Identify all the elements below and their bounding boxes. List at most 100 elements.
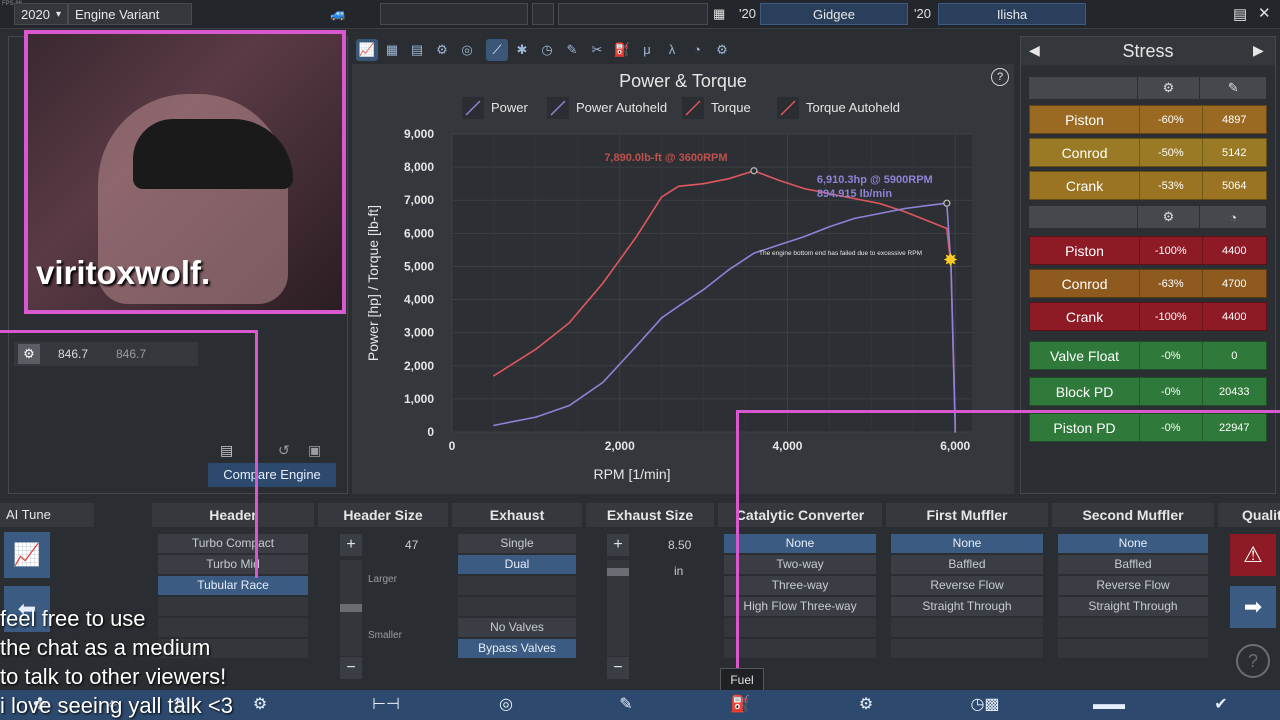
settings-icon[interactable]: ⚙ (711, 39, 733, 61)
stress-value: 4700 (1222, 277, 1247, 290)
power-annotation: 6,910.3hp @ 5900RPM (817, 174, 933, 186)
option-header[interactable]: Tubular Race (158, 576, 308, 595)
fuel-icon[interactable]: ⛽ (720, 694, 760, 716)
turbo-icon[interactable]: ◎ (486, 694, 526, 716)
tuning-icon[interactable]: ◷▩ (960, 694, 1010, 716)
data-point-torque (635, 235, 638, 238)
option-empty (458, 597, 576, 616)
y-axis-label: Power [hp] / Torque [lb-ft] (365, 205, 381, 361)
data-point-torque (878, 202, 881, 205)
col-exhaust: Exhaust (452, 503, 582, 527)
smaller-label: Smaller (368, 630, 402, 641)
legend-item: Power (462, 97, 529, 119)
data-point-power (803, 235, 806, 238)
data-point-power (535, 416, 537, 418)
intake-icon[interactable]: ⊢⊣ (366, 694, 406, 716)
slider-handle[interactable] (340, 604, 362, 612)
data-point-power (602, 381, 604, 384)
option-empty (458, 576, 576, 595)
bug-icon[interactable]: ✱ (511, 39, 533, 61)
x-axis-label: RPM [1/min] (593, 466, 670, 482)
stress-part-name: Crank (1030, 172, 1141, 199)
checkmark-icon[interactable]: ✔ (1206, 694, 1236, 716)
data-point-power (635, 345, 638, 347)
stress-row-conrod: Conrod -63% 4700 (1029, 269, 1267, 298)
list-icon[interactable]: ▤ (406, 39, 428, 61)
exhaust-size-slider[interactable] (607, 560, 629, 656)
help-icon[interactable]: ? (991, 68, 1009, 86)
table-icon[interactable]: ▦ (381, 39, 403, 61)
data-point-power (828, 225, 831, 228)
blank-slot-3 (558, 3, 708, 25)
power-chart-icon[interactable]: ⟋ (486, 39, 508, 61)
gauge-icon[interactable]: ◷ (536, 39, 558, 61)
data-point-power (929, 204, 931, 206)
stress-percent: -53% (1140, 172, 1203, 199)
header-size-plus-button[interactable]: + (340, 534, 362, 556)
stress-percent: -0% (1140, 378, 1203, 405)
grid-icon[interactable]: ▦ (713, 6, 725, 22)
car-icon[interactable]: 🚙 (330, 6, 346, 22)
close-icon[interactable]: ✕ (1258, 4, 1271, 22)
chat-line: the chat as a medium (0, 635, 211, 660)
year-dropdown[interactable]: 2020 ▾ (14, 3, 68, 25)
lambda-icon[interactable]: λ (661, 39, 683, 61)
speedometer-icon[interactable]: ◔ (686, 39, 708, 61)
exhaust-size-plus-button[interactable]: + (607, 534, 629, 556)
header-size-slider[interactable] (340, 560, 362, 656)
right-year: '20 (914, 6, 931, 21)
y-tick-label: 2,000 (404, 359, 434, 373)
torque-icon: ⚙ (1137, 206, 1201, 228)
failure-annotation: The engine bottom end has failed due to … (759, 250, 922, 257)
wrench-icon[interactable]: ✂ (586, 39, 608, 61)
data-point-torque (727, 177, 730, 180)
data-point-torque (702, 182, 705, 185)
larger-label: Larger (368, 574, 397, 585)
chart-toolbar: 📈 ▦ ▤ ⚙ ◎ ⟋ ✱ ◷ ✎ ✂ ⛽ μ λ ◔ ⚙ (352, 36, 1014, 64)
option-valves[interactable]: No Valves (458, 618, 576, 637)
stream-frame-left (0, 330, 258, 578)
data-point-torque (568, 321, 571, 324)
fuel-icon[interactable]: ⛽ (611, 39, 633, 61)
arrow-right-icon[interactable]: ▶ (1253, 42, 1264, 59)
right-car-name[interactable]: Ilisha (938, 3, 1086, 25)
data-point-power (727, 268, 730, 271)
option-valves[interactable]: Bypass Valves (458, 639, 576, 658)
slider-handle[interactable] (607, 568, 629, 576)
wrench-icon: ✎ (1200, 77, 1267, 99)
stress-part-name: Crank (1030, 303, 1141, 330)
stress-percent: -0% (1140, 342, 1203, 369)
data-point-torque (493, 374, 495, 377)
option-exhaust[interactable]: Single (458, 534, 576, 553)
option-exhaust[interactable]: Dual (458, 555, 576, 574)
power-annotation-flow: 894.915 lb/min (817, 188, 892, 200)
x-tick-label: 2,000 (605, 439, 635, 453)
data-point-power (660, 316, 663, 319)
stress-part-name: Piston (1030, 106, 1141, 133)
legend-label: Torque (711, 100, 751, 115)
exhaust-size-minus-button[interactable]: − (607, 657, 629, 679)
menu-icon[interactable]: ▤ (1233, 5, 1247, 23)
stress-row-conrod: Conrod -50% 5142 (1029, 138, 1267, 167)
exhaust-size-value: 8.50 (668, 538, 692, 552)
mu-icon[interactable]: μ (636, 39, 658, 61)
exhaust-icon[interactable]: ⚙ (846, 694, 886, 716)
header-size-minus-button[interactable]: − (340, 657, 362, 679)
stress-part-name: Valve Float (1030, 342, 1141, 369)
engine-icon[interactable]: ⚙ (431, 39, 453, 61)
test-icon[interactable]: ▬▬ (1084, 694, 1134, 716)
chat-line: feel free to use (0, 606, 146, 631)
chart-icon[interactable]: 📈 (356, 39, 378, 61)
left-car-name[interactable]: Gidgee (760, 3, 908, 25)
data-point-torque (904, 211, 906, 213)
undo-icon[interactable]: ↺ (278, 442, 290, 459)
turbo-icon[interactable]: ◎ (456, 39, 478, 61)
spark-icon[interactable]: ✎ (561, 39, 583, 61)
ignition-icon[interactable]: ✎ (606, 694, 646, 716)
stress-percent: -100% (1140, 237, 1203, 264)
chat-line: i love seeing yall talk <3 (0, 693, 233, 718)
y-tick-label: 1,000 (404, 392, 434, 406)
save-icon[interactable]: ▣ (308, 442, 321, 459)
data-point-torque (803, 187, 806, 190)
header-size-value: 47 (405, 538, 419, 552)
